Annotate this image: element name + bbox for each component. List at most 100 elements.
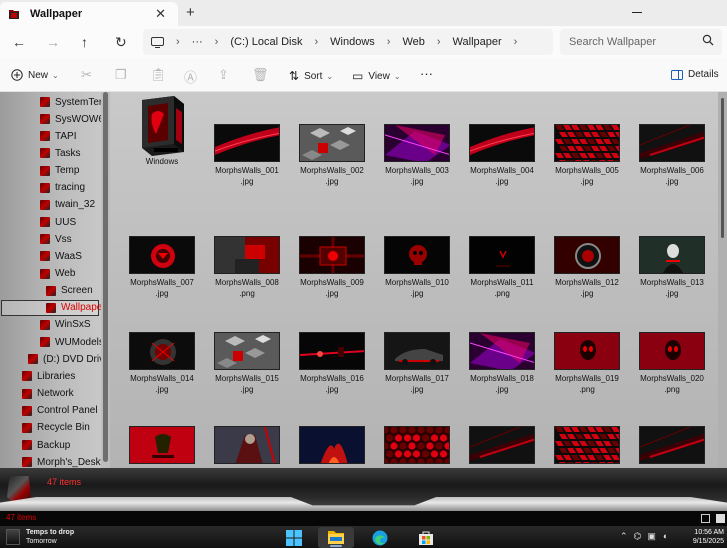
paste-icon[interactable]: 📋︎ — [150, 67, 167, 83]
file-explorer-taskbar-button[interactable] — [318, 527, 354, 548]
details-view-icon[interactable] — [701, 514, 710, 523]
sidebar-item[interactable]: Web — [40, 266, 75, 282]
file-thumbnail — [129, 332, 195, 370]
minimize-icon[interactable] — [632, 12, 642, 13]
breadcrumb-local-disk[interactable]: (C:) Local Disk — [230, 36, 302, 48]
new-button[interactable]: New ⌄ — [11, 69, 59, 81]
file-name: MorphsWalls_020 .png — [632, 373, 712, 395]
refresh-button[interactable]: ↻ — [115, 34, 127, 51]
content-scrollbar[interactable] — [718, 92, 727, 468]
sidebar-item[interactable]: Recycle Bin — [22, 420, 90, 436]
edge-taskbar-button[interactable] — [362, 527, 398, 548]
clock[interactable]: 10:56 AM 9/15/2025 — [686, 528, 724, 546]
rename-icon[interactable]: Ⓐ — [184, 67, 197, 86]
file-item[interactable]: MorphsWalls_018 .jpg — [462, 332, 542, 395]
tray-chevron-icon[interactable]: ⌃ — [620, 531, 628, 542]
cut-icon[interactable]: ✂ — [81, 67, 92, 83]
file-item[interactable]: MorphsWalls_011 .png — [462, 236, 542, 299]
file-item[interactable]: MorphsWalls_004 .jpg — [462, 124, 542, 187]
file-item[interactable]: MorphsWalls_012 .jpg — [547, 236, 627, 299]
address-bar[interactable]: › ··· › (C:) Local Disk › Windows › Web … — [143, 29, 553, 55]
network-icon[interactable]: ⌬ — [634, 531, 642, 542]
sidebar-item[interactable]: Wallpaper — [1, 299, 101, 316]
up-button[interactable]: ↑ — [81, 34, 88, 50]
sidebar-item[interactable]: SysWOW64 — [40, 111, 101, 127]
search-input[interactable]: Search Wallpaper — [560, 29, 722, 55]
file-item[interactable]: MorphsWalls_024.jpg — [377, 426, 457, 468]
store-taskbar-button[interactable] — [408, 527, 444, 548]
scrollbar-thumb[interactable] — [103, 92, 108, 462]
sidebar-item[interactable]: tracing — [40, 180, 85, 196]
details-button[interactable]: Details — [671, 69, 719, 80]
new-tab-button[interactable]: + — [186, 4, 195, 21]
sidebar-scrollbar[interactable] — [101, 92, 110, 468]
file-item[interactable]: MorphsWalls_021.png — [122, 426, 202, 468]
file-item[interactable]: MorphsWalls_017 .jpg — [377, 332, 457, 395]
tiles-view-icon[interactable] — [716, 514, 725, 523]
display-icon[interactable]: ▣ — [647, 531, 656, 542]
share-icon[interactable]: ⇪ — [218, 67, 229, 83]
file-item[interactable]: MorphsWalls_010 .jpg — [377, 236, 457, 299]
back-button[interactable]: ← — [12, 34, 26, 50]
sidebar-item[interactable]: Libraries — [22, 368, 75, 384]
file-item[interactable]: MorphsWalls_009 .jpg — [292, 236, 372, 299]
file-item[interactable]: MorphsWalls_001 .jpg — [207, 124, 287, 187]
more-options-button[interactable]: ··· — [420, 66, 433, 81]
file-item[interactable]: MorphsWalls_007 .jpg — [122, 236, 202, 299]
delete-icon[interactable]: 🗑︎ — [252, 67, 269, 83]
sidebar-item-label: twain_32 — [55, 199, 96, 211]
sidebar-item[interactable]: UUS — [40, 214, 76, 230]
file-item[interactable]: MorphsWalls_040.jpg — [632, 426, 712, 468]
breadcrumb-wallpaper[interactable]: Wallpaper — [453, 36, 502, 48]
windows-logo-icon — [286, 530, 302, 546]
sidebar-item[interactable]: Morph's_Desktop — [22, 454, 101, 468]
start-button[interactable] — [276, 527, 312, 548]
folder-item[interactable]: Windows — [122, 94, 202, 167]
forward-button[interactable]: → — [46, 34, 60, 50]
file-item[interactable]: MorphsWalls_019 .png — [547, 332, 627, 395]
copy-icon[interactable]: ❐ — [115, 67, 127, 83]
view-button[interactable]: ▭ View ⌄ — [352, 69, 401, 83]
sidebar-item[interactable]: twain_32 — [40, 197, 95, 213]
sidebar-item[interactable]: Screen — [46, 283, 93, 299]
file-item[interactable]: MorphsWalls_002 .jpg — [292, 124, 372, 187]
system-tray[interactable]: ⌃ ⌬ ▣ ◖ — [620, 531, 667, 542]
file-thumbnail — [469, 236, 535, 274]
file-item[interactable]: MorphsWalls_014 .jpg — [122, 332, 202, 395]
file-item[interactable]: MorphsWalls_016 .jpg — [292, 332, 372, 395]
sidebar-item[interactable]: WaaS — [40, 248, 82, 264]
file-item[interactable]: MorphsWalls_008 .png — [207, 236, 287, 299]
sort-button[interactable]: ⇅ Sort ⌄ — [289, 69, 333, 83]
sidebar-item[interactable]: WUModels — [40, 334, 101, 350]
file-item[interactable]: MorphsWalls_003 .jpg — [377, 124, 457, 187]
file-item[interactable]: MorphsWalls_020 .png — [632, 332, 712, 395]
file-item[interactable]: MorphsWalls_013 .jpg — [632, 236, 712, 299]
tab-close-icon[interactable]: ✕ — [155, 6, 166, 22]
sidebar-item[interactable]: Backup — [22, 437, 70, 453]
sidebar-item[interactable]: (D:) DVD Drive — [28, 351, 101, 367]
breadcrumb-web[interactable]: Web — [402, 36, 424, 48]
volume-icon[interactable]: ◖ — [662, 531, 667, 542]
file-item[interactable]: MorphsWalls_025.jpg — [462, 426, 542, 468]
breadcrumb-windows[interactable]: Windows — [330, 36, 375, 48]
sidebar-item[interactable]: SystemTemp — [40, 94, 101, 110]
tab-wallpaper[interactable]: Wallpaper ✕ — [0, 2, 178, 26]
sidebar-item[interactable]: TAPI — [40, 128, 76, 144]
scrollbar-thumb[interactable] — [721, 98, 724, 238]
sidebar-item[interactable]: Vss — [40, 231, 72, 247]
sidebar-item[interactable]: Tasks — [40, 145, 81, 161]
file-thumbnail — [384, 426, 450, 464]
more-locations-button[interactable]: ··· — [192, 36, 203, 48]
file-item[interactable]: MorphsWalls_005 .jpg — [547, 124, 627, 187]
file-item[interactable]: MorphsWalls_006 .jpg — [632, 124, 712, 187]
file-item[interactable]: MorphsWalls_023.jpg — [292, 426, 372, 468]
file-item[interactable]: MorphsWalls_022.jpg — [207, 426, 287, 468]
sidebar-item-label: TAPI — [55, 130, 77, 142]
sidebar-item[interactable]: WinSxS — [40, 317, 91, 333]
sidebar-item[interactable]: Control Panel — [22, 403, 98, 419]
file-item[interactable]: MorphsWalls_015 .jpg — [207, 332, 287, 395]
weather-widget[interactable]: Temps to drop Tomorrow — [6, 528, 74, 546]
sidebar-item[interactable]: Temp — [40, 163, 79, 179]
sidebar-item[interactable]: Network — [22, 386, 74, 402]
file-item[interactable]: MorphsWalls_028.jpg — [547, 426, 627, 468]
